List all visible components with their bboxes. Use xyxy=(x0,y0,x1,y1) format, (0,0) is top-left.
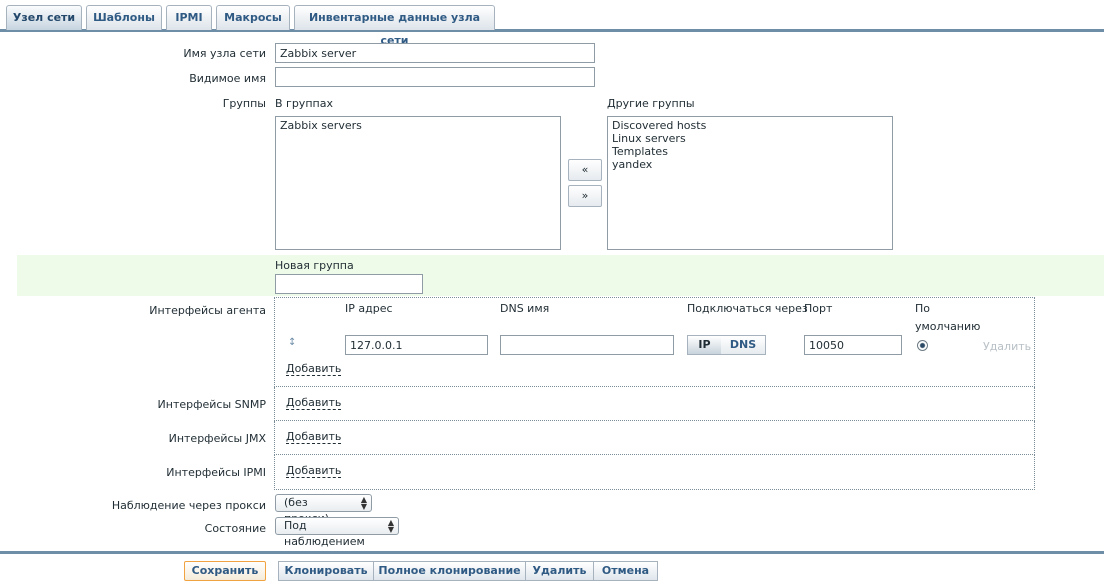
jmx-interfaces-box xyxy=(274,421,1035,455)
col-ip-header: IP адрес xyxy=(345,302,393,315)
in-groups-list[interactable]: Zabbix servers xyxy=(275,116,561,250)
host-name-label: Имя узла сети xyxy=(183,47,266,60)
connect-dns-button[interactable]: DNS xyxy=(721,335,766,355)
new-group-label: Новая группа xyxy=(275,259,354,272)
ipmi-interfaces-box xyxy=(274,455,1035,490)
remove-interface-link[interactable]: Удалить xyxy=(983,340,1031,353)
delete-button[interactable]: Удалить xyxy=(526,561,594,581)
visible-name-label: Видимое имя xyxy=(189,72,266,85)
jmx-interfaces-label: Интерфейсы JMX xyxy=(168,432,266,445)
move-to-other-button[interactable]: » xyxy=(568,185,602,207)
agent-interfaces-label: Интерфейсы агента xyxy=(149,304,266,317)
visible-name-input[interactable] xyxy=(275,67,595,87)
footer-divider xyxy=(0,551,1104,554)
port-input[interactable] xyxy=(804,335,902,355)
list-item[interactable]: Discovered hosts xyxy=(612,119,888,132)
in-groups-label: В группах xyxy=(275,97,333,110)
tab-inventory[interactable]: Инвентарные данные узла сети xyxy=(294,5,495,47)
list-item[interactable]: Zabbix servers xyxy=(280,119,556,132)
col-dns-header: DNS имя xyxy=(500,302,550,315)
select-arrows-icon: ▲ ▼ xyxy=(360,495,367,511)
list-item[interactable]: Templates xyxy=(612,145,888,158)
status-select-value: Под наблюдением xyxy=(284,519,365,548)
snmp-interfaces-label: Интерфейсы SNMP xyxy=(157,398,266,411)
col-default-header-2: умолчанию xyxy=(915,320,981,333)
col-port-header: Порт xyxy=(804,302,833,315)
other-groups-label: Другие группы xyxy=(607,97,695,110)
clone-button[interactable]: Клонировать xyxy=(278,561,374,581)
cancel-button[interactable]: Отмена xyxy=(594,561,658,581)
new-group-input[interactable] xyxy=(275,274,423,294)
list-item[interactable]: Linux servers xyxy=(612,132,888,145)
add-ipmi-interface-link[interactable]: Добавить xyxy=(286,465,342,478)
col-default-header-1: По xyxy=(915,302,931,315)
move-to-groups-button[interactable]: « xyxy=(568,159,602,181)
proxy-select[interactable]: (без прокси) ▲▼ xyxy=(275,494,372,525)
col-connect-header: Подключаться через xyxy=(687,302,808,315)
tab-host[interactable]: Узел сети xyxy=(6,5,82,30)
tab-ipmi[interactable]: IPMI xyxy=(166,5,212,30)
select-arrows-icon: ▲ ▼ xyxy=(387,518,394,534)
list-item[interactable]: yandex xyxy=(612,158,888,171)
groups-label: Группы xyxy=(222,97,266,110)
drag-handle-icon[interactable]: ↕ xyxy=(288,337,296,348)
ipmi-interfaces-label: Интерфейсы IPMI xyxy=(166,466,266,479)
ip-address-input[interactable] xyxy=(345,335,488,355)
add-agent-interface-link[interactable]: Добавить xyxy=(286,363,342,376)
add-snmp-interface-link[interactable]: Добавить xyxy=(286,397,342,410)
default-interface-radio[interactable] xyxy=(917,340,928,351)
other-groups-list[interactable]: Discovered hosts Linux servers Templates… xyxy=(607,116,893,250)
add-jmx-interface-link[interactable]: Добавить xyxy=(286,431,342,444)
proxy-label: Наблюдение через прокси xyxy=(111,499,266,512)
status-select[interactable]: Под наблюдением ▲ ▼ xyxy=(275,517,399,548)
dns-name-input[interactable] xyxy=(500,335,674,355)
snmp-interfaces-box xyxy=(274,387,1035,421)
new-group-row xyxy=(17,255,1104,296)
tab-macros[interactable]: Макросы xyxy=(216,5,290,30)
save-button[interactable]: Сохранить xyxy=(184,561,266,581)
host-name-input[interactable] xyxy=(275,43,595,63)
full-clone-button[interactable]: Полное клонирование xyxy=(374,561,526,581)
connect-ip-button[interactable]: IP xyxy=(687,335,722,355)
tab-bar: Узел сети Шаблоны IPMI Макросы Инвентарн… xyxy=(0,0,1104,47)
status-label: Состояние xyxy=(204,522,266,535)
tab-templates[interactable]: Шаблоны xyxy=(86,5,162,30)
